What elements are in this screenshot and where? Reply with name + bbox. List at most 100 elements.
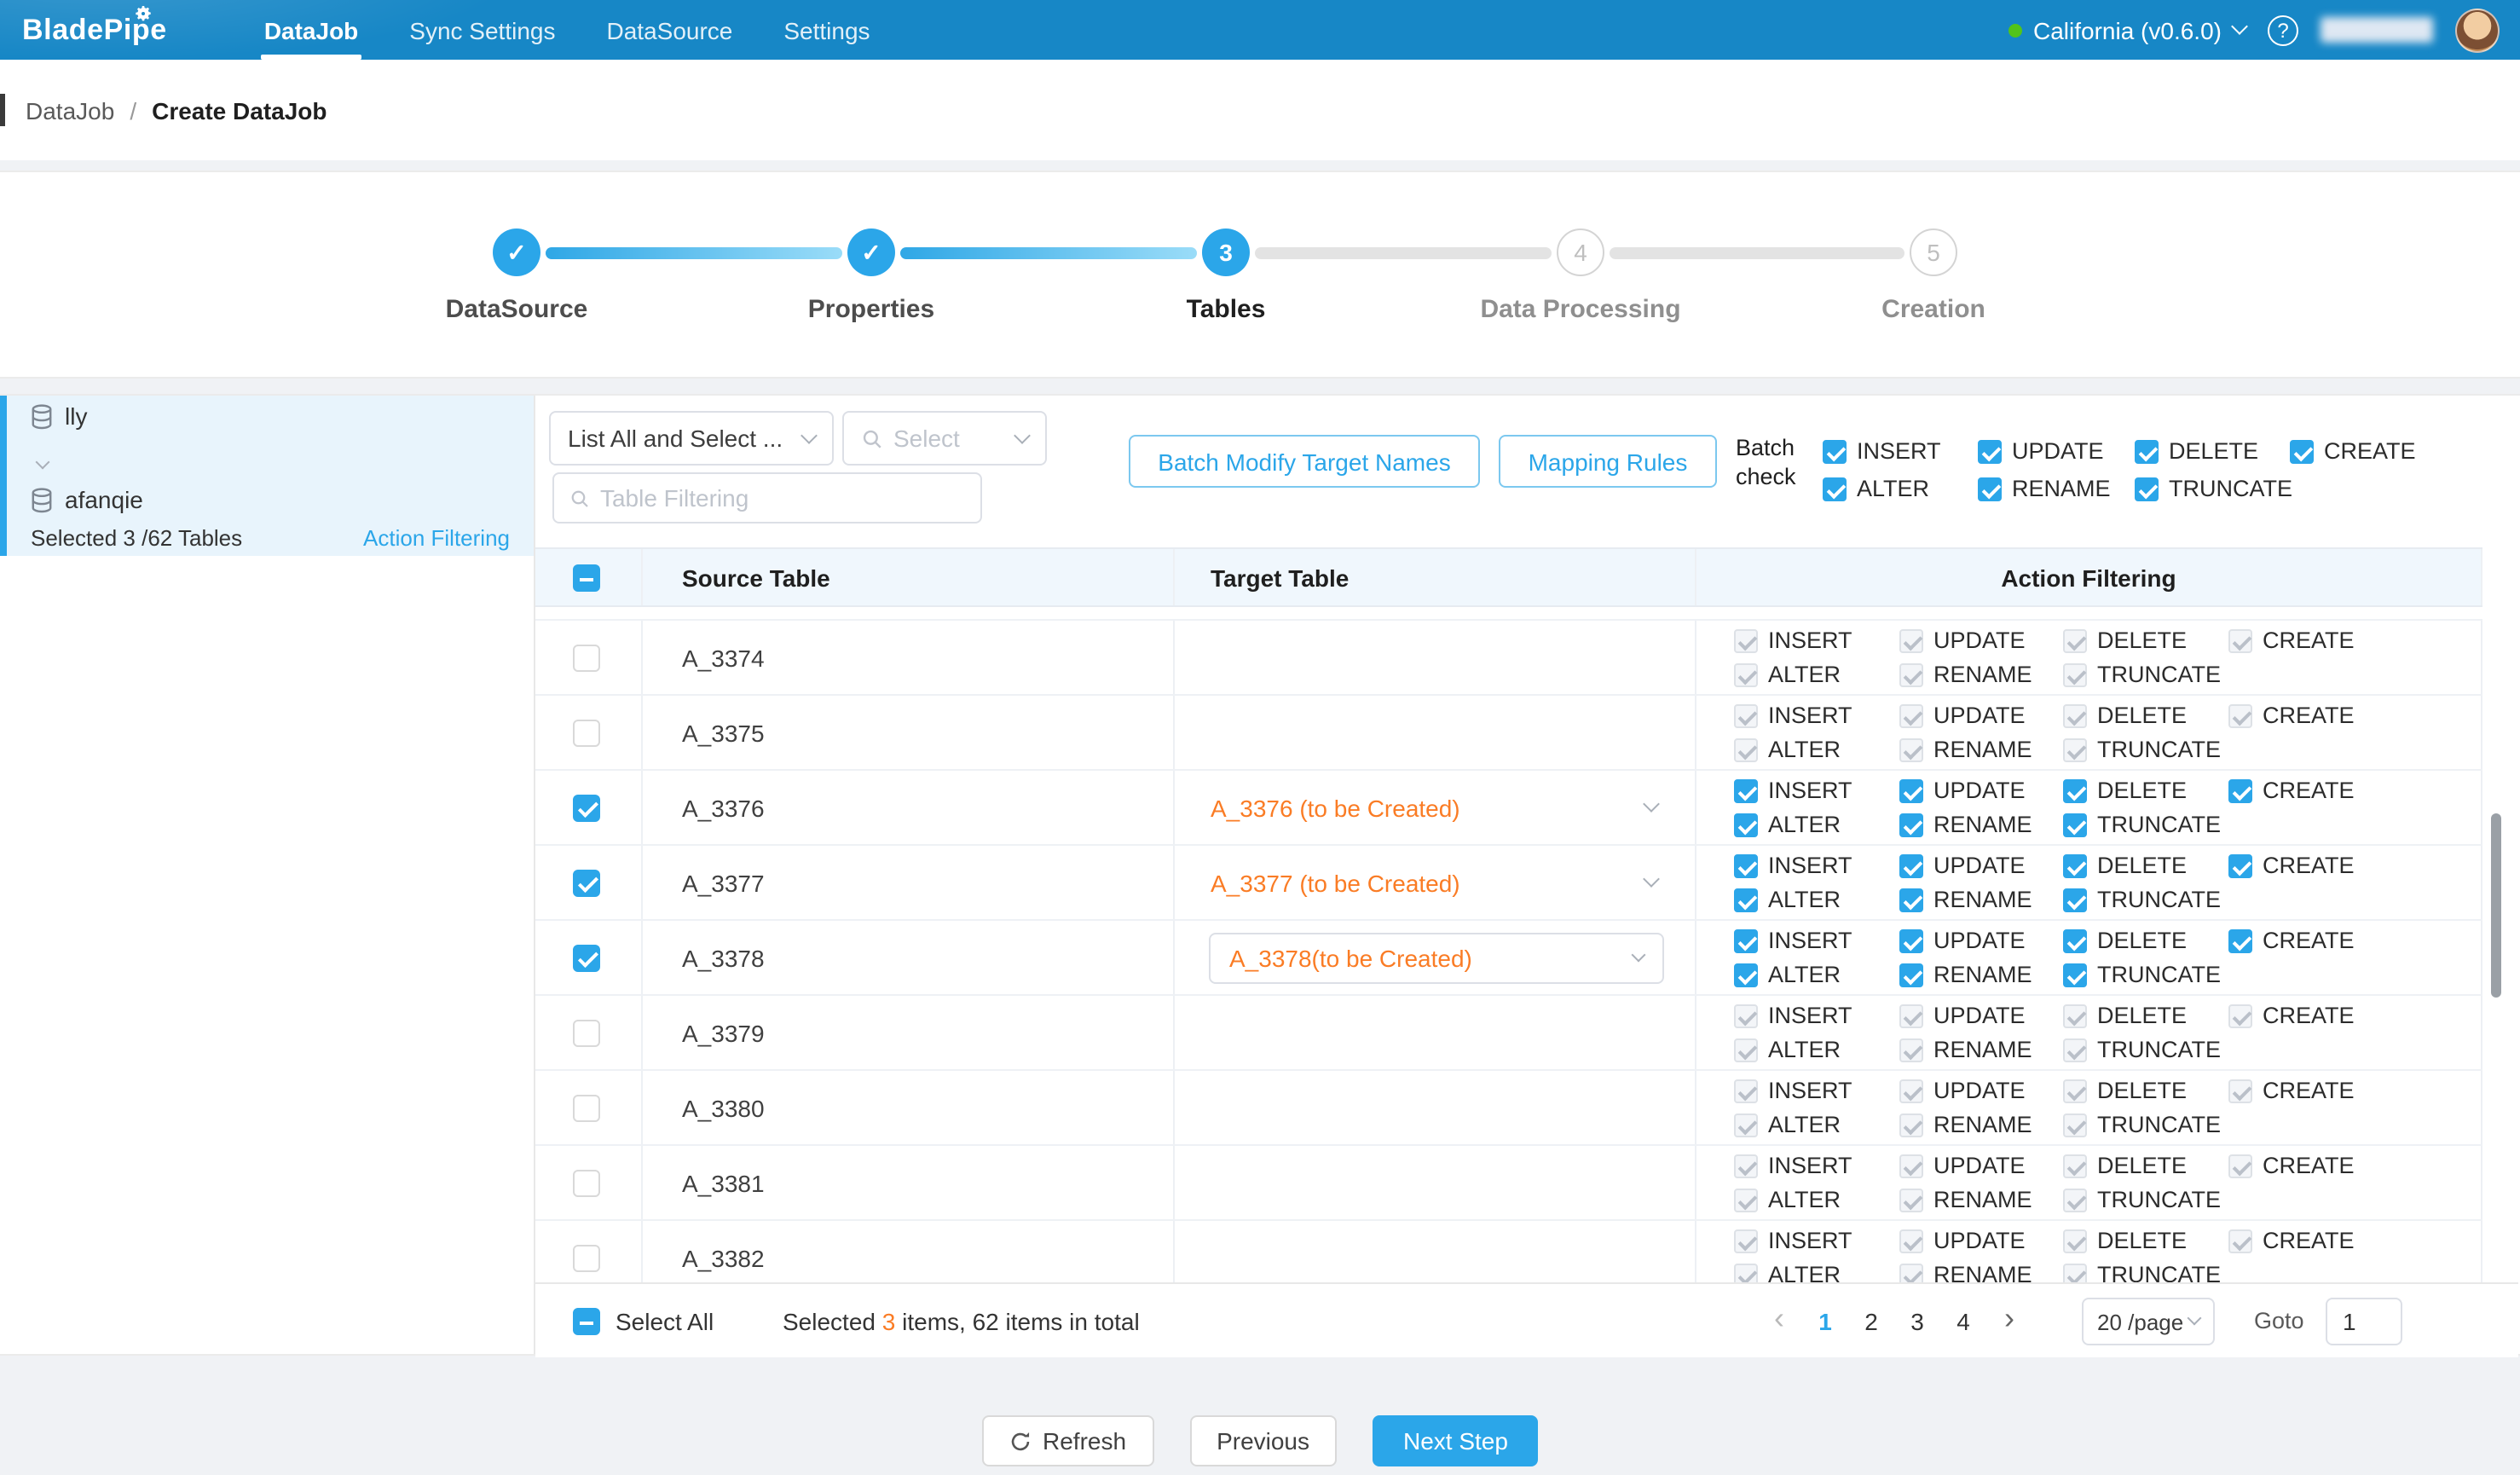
breadcrumb-parent[interactable]: DataJob — [26, 96, 114, 124]
page-button-1[interactable]: 1 — [1802, 1298, 1848, 1344]
action-item: ALTER — [1734, 1262, 1899, 1282]
action-insert-checkbox[interactable] — [1734, 928, 1758, 952]
nav-item-sync-settings[interactable]: Sync Settings — [384, 0, 581, 60]
action-delete-checkbox[interactable] — [2063, 928, 2087, 952]
action-insert-checkbox — [1734, 628, 1758, 652]
summary-prefix: Selected — [783, 1307, 882, 1334]
action-label: TRUNCATE — [2097, 1187, 2221, 1212]
previous-button[interactable]: Previous — [1189, 1415, 1337, 1466]
action-item: RENAME — [1899, 962, 2063, 987]
row-select-checkbox[interactable] — [573, 1094, 600, 1121]
action-delete-checkbox[interactable] — [2063, 778, 2087, 802]
action-row: INSERTUPDATEDELETECREATE — [1696, 853, 2481, 878]
table-row: A_3381INSERTUPDATEDELETECREATEALTERRENAM… — [535, 1146, 2482, 1221]
action-alter-checkbox[interactable] — [1734, 813, 1758, 836]
nav-item-datajob[interactable]: DataJob — [239, 0, 384, 60]
row-select-checkbox[interactable] — [573, 644, 600, 671]
batch-alter-checkbox[interactable] — [1823, 477, 1847, 500]
nav-item-datasource[interactable]: DataSource — [581, 0, 759, 60]
header-source-table: Source Table — [643, 549, 1175, 605]
action-item: INSERT — [1734, 628, 1899, 653]
region-selector[interactable]: California (v0.6.0) — [2008, 16, 2245, 43]
batch-modify-target-names-button[interactable]: Batch Modify Target Names — [1129, 435, 1480, 488]
batch-delete-checkbox[interactable] — [2135, 439, 2159, 463]
step-datasource: ✓DataSource — [389, 228, 644, 324]
select-dropdown[interactable]: Select — [842, 411, 1047, 466]
selection-row: Selected 3 /62 Tables Action Filtering — [31, 525, 510, 551]
action-label: TRUNCATE — [2097, 1112, 2221, 1137]
table-footer: Select All Selected 3 items, 62 items in… — [535, 1282, 2518, 1357]
scrollbar-thumb[interactable] — [2491, 813, 2501, 998]
action-label: ALTER — [1768, 737, 1841, 762]
row-select-checkbox[interactable] — [573, 1169, 600, 1196]
help-icon[interactable]: ? — [2268, 14, 2298, 45]
navbar-right: California (v0.6.0) ? — [2008, 8, 2520, 52]
page-button-3[interactable]: 3 — [1894, 1298, 1940, 1344]
chevron-down-icon[interactable] — [1643, 871, 1660, 888]
action-truncate-checkbox — [2063, 738, 2087, 761]
page-button-2[interactable]: 2 — [1848, 1298, 1894, 1344]
next-page-button[interactable]: › — [1986, 1298, 2032, 1344]
header-target-table: Target Table — [1175, 549, 1696, 605]
select-all-checkbox[interactable] — [573, 1308, 600, 1335]
row-select-checkbox[interactable] — [573, 944, 600, 971]
action-filtering-cell: INSERTUPDATEDELETECREATEALTERRENAMETRUNC… — [1696, 846, 2482, 919]
source-table-cell: A_3380 — [643, 1071, 1175, 1144]
target-table-select[interactable]: A_3378(to be Created) — [1209, 932, 1664, 983]
batch-action-item: INSERT — [1823, 438, 1978, 464]
action-truncate-checkbox[interactable] — [2063, 963, 2087, 986]
table-filter-input[interactable] — [600, 484, 965, 512]
chevron-down-icon[interactable] — [1643, 795, 1660, 813]
row-select-checkbox[interactable] — [573, 1244, 600, 1271]
action-rename-checkbox — [1899, 662, 1923, 686]
action-item: CREATE — [2228, 1228, 2481, 1253]
action-row: INSERTUPDATEDELETECREATE — [1696, 1078, 2481, 1103]
action-truncate-checkbox[interactable] — [2063, 813, 2087, 836]
batch-truncate-checkbox[interactable] — [2135, 477, 2159, 500]
batch-create-checkbox[interactable] — [2290, 439, 2314, 463]
action-create-checkbox[interactable] — [2228, 778, 2252, 802]
action-update-checkbox — [1899, 628, 1923, 652]
mapping-rules-button[interactable]: Mapping Rules — [1499, 435, 1717, 488]
action-create-checkbox[interactable] — [2228, 853, 2252, 877]
action-delete-checkbox[interactable] — [2063, 853, 2087, 877]
avatar[interactable] — [2455, 8, 2500, 52]
list-mode-dropdown[interactable]: List All and Select ... — [549, 411, 834, 466]
action-update-checkbox[interactable] — [1899, 778, 1923, 802]
action-truncate-checkbox[interactable] — [2063, 888, 2087, 911]
action-update-checkbox[interactable] — [1899, 928, 1923, 952]
action-update-checkbox[interactable] — [1899, 853, 1923, 877]
nav-item-settings[interactable]: Settings — [758, 0, 895, 60]
action-delete-checkbox — [2063, 1154, 2087, 1177]
action-rename-checkbox[interactable] — [1899, 963, 1923, 986]
action-rename-checkbox[interactable] — [1899, 888, 1923, 911]
action-rename-checkbox[interactable] — [1899, 813, 1923, 836]
action-label: ALTER — [1768, 1262, 1841, 1282]
action-alter-checkbox[interactable] — [1734, 963, 1758, 986]
page-size-select[interactable]: 20 /page — [2082, 1298, 2215, 1345]
batch-update-checkbox[interactable] — [1978, 439, 2002, 463]
action-filtering-link[interactable]: Action Filtering — [363, 525, 510, 551]
batch-insert-checkbox[interactable] — [1823, 439, 1847, 463]
prev-page-button[interactable]: ‹ — [1756, 1298, 1802, 1344]
action-delete-checkbox — [2063, 1004, 2087, 1027]
action-insert-checkbox[interactable] — [1734, 853, 1758, 877]
action-alter-checkbox[interactable] — [1734, 888, 1758, 911]
row-select-checkbox[interactable] — [573, 719, 600, 746]
page-button-4[interactable]: 4 — [1940, 1298, 1986, 1344]
refresh-button[interactable]: Refresh — [981, 1415, 1153, 1466]
action-create-checkbox[interactable] — [2228, 928, 2252, 952]
action-filtering-cell: INSERTUPDATEDELETECREATEALTERRENAMETRUNC… — [1696, 1221, 2482, 1282]
action-label: UPDATE — [1933, 778, 2026, 803]
row-select-checkbox[interactable] — [573, 869, 600, 896]
action-item: DELETE — [2063, 1078, 2228, 1103]
source-table-name: A_3375 — [682, 719, 765, 746]
select-all-header-checkbox[interactable] — [573, 564, 600, 591]
action-insert-checkbox[interactable] — [1734, 778, 1758, 802]
next-step-button[interactable]: Next Step — [1373, 1415, 1539, 1466]
action-item: INSERT — [1734, 1153, 1899, 1178]
row-select-checkbox[interactable] — [573, 1019, 600, 1046]
row-select-checkbox[interactable] — [573, 794, 600, 821]
goto-page-input[interactable] — [2326, 1298, 2402, 1345]
batch-rename-checkbox[interactable] — [1978, 477, 2002, 500]
